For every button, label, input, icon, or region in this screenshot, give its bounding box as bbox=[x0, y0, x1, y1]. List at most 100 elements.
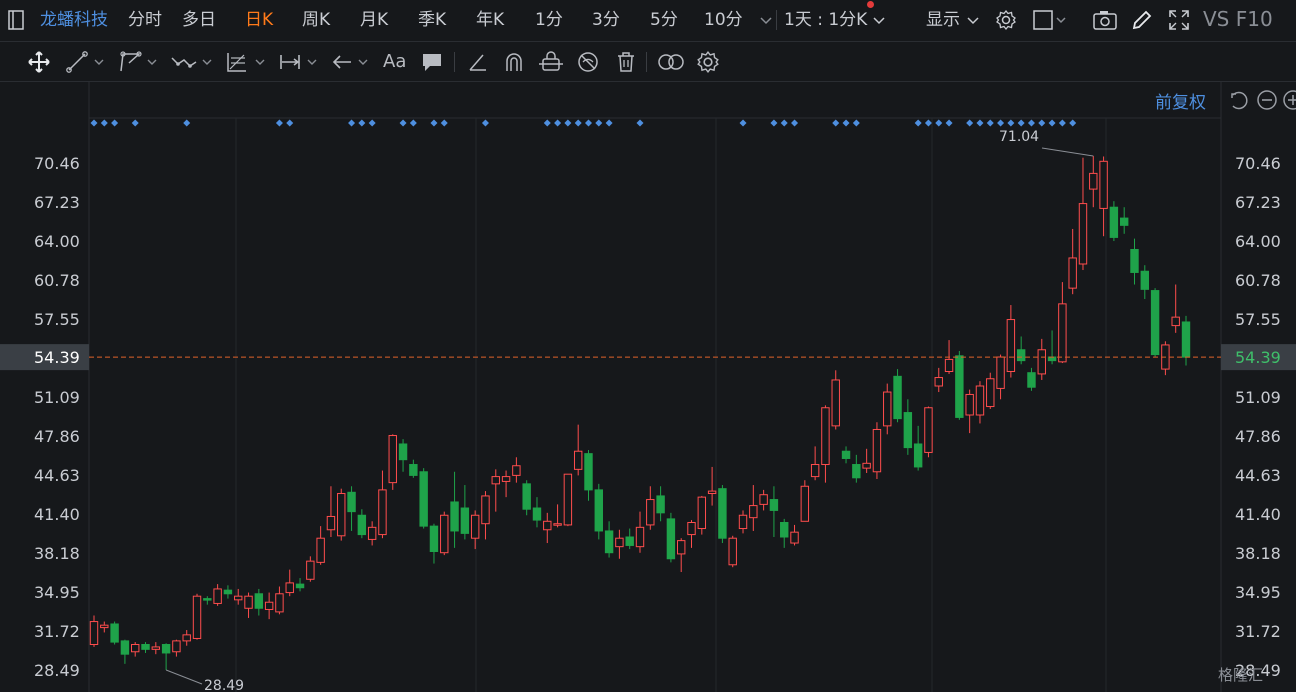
candle-body-down bbox=[460, 507, 470, 534]
event-marker-diamond bbox=[440, 119, 448, 127]
chevron-down-icon[interactable] bbox=[94, 50, 104, 74]
candle-body-down bbox=[532, 507, 542, 521]
tab-quarterly-k[interactable]: 季K bbox=[418, 9, 446, 31]
event-marker-diamond bbox=[986, 119, 994, 127]
comment-icon[interactable] bbox=[420, 50, 444, 74]
event-marker-diamond bbox=[100, 119, 108, 127]
tab-1min[interactable]: 1分 bbox=[535, 9, 563, 31]
settings-icon[interactable] bbox=[696, 50, 720, 74]
candle-body-up bbox=[707, 490, 717, 495]
move-icon[interactable] bbox=[27, 50, 51, 74]
candle-body-up bbox=[749, 505, 758, 519]
gear-icon[interactable] bbox=[995, 9, 1017, 35]
link-icon[interactable] bbox=[657, 50, 684, 74]
tab-yearly-k[interactable]: 年K bbox=[476, 9, 504, 31]
chevron-down-icon[interactable] bbox=[307, 50, 317, 74]
y-tick-label-left: 47.86 bbox=[34, 427, 80, 446]
candle-body-up bbox=[1006, 319, 1016, 373]
event-marker-diamond bbox=[1069, 119, 1077, 127]
chevron-down-icon[interactable] bbox=[147, 50, 157, 74]
candle-body-up bbox=[1089, 172, 1098, 190]
camera-icon[interactable] bbox=[1093, 10, 1117, 34]
hide-icon[interactable] bbox=[576, 50, 600, 74]
candle-body-up bbox=[965, 393, 974, 416]
chevron-down-icon[interactable] bbox=[358, 50, 368, 74]
event-marker-diamond bbox=[368, 119, 376, 127]
arrow-icon[interactable] bbox=[330, 50, 354, 74]
tab-multiday[interactable]: 多日 bbox=[182, 9, 216, 31]
chevron-down-icon[interactable] bbox=[202, 50, 212, 74]
period-selector[interactable]: 1天 : 1分K bbox=[784, 9, 867, 31]
pen-icon[interactable] bbox=[466, 50, 490, 74]
candle-body-up bbox=[728, 537, 737, 566]
candle-body-down bbox=[409, 464, 418, 476]
y-tick-label-left: 54.39 bbox=[34, 348, 80, 367]
event-marker-diamond bbox=[409, 119, 417, 127]
tab-intraday[interactable]: 分时 bbox=[128, 9, 162, 31]
candle-body-up bbox=[337, 493, 346, 537]
chevron-down-icon[interactable] bbox=[967, 13, 979, 32]
event-marker-diamond bbox=[832, 119, 840, 127]
layout-icon[interactable] bbox=[1033, 10, 1067, 34]
f10-button[interactable]: VS F10 bbox=[1203, 8, 1273, 30]
candle-body-up bbox=[89, 621, 99, 646]
event-marker-diamond bbox=[595, 119, 603, 127]
event-marker-diamond bbox=[780, 119, 788, 127]
candle-body-up bbox=[100, 624, 109, 629]
candle-body-down bbox=[1181, 321, 1191, 358]
line-icon[interactable] bbox=[65, 50, 89, 74]
candle-body-up bbox=[676, 540, 686, 555]
stock-name[interactable]: 龙蟠科技 bbox=[40, 9, 108, 31]
fib-icon[interactable] bbox=[225, 50, 249, 74]
candle-body-down bbox=[955, 355, 964, 418]
chevron-down-icon[interactable] bbox=[873, 13, 885, 32]
candle-body-up bbox=[1171, 316, 1180, 327]
y-tick-label-right: 60.78 bbox=[1235, 271, 1281, 290]
event-marker-diamond bbox=[1027, 119, 1035, 127]
tab-daily-k[interactable]: 日K bbox=[245, 9, 273, 31]
candle-body-up bbox=[862, 462, 871, 469]
candle-body-down bbox=[223, 589, 233, 595]
y-tick-label-left: 57.55 bbox=[34, 310, 80, 329]
candle-body-up bbox=[1058, 303, 1067, 363]
lock-icon[interactable] bbox=[538, 50, 563, 74]
sidebar-toggle-icon[interactable] bbox=[8, 10, 24, 30]
candle-body-down bbox=[584, 453, 593, 491]
measure-icon[interactable] bbox=[278, 50, 302, 74]
y-tick-label-left: 64.00 bbox=[34, 232, 80, 251]
text-icon[interactable]: Aa bbox=[383, 50, 407, 74]
magnet-icon[interactable] bbox=[502, 50, 526, 74]
candle-body-up bbox=[1068, 257, 1077, 289]
wave-icon[interactable] bbox=[170, 50, 197, 74]
event-marker-diamond bbox=[358, 119, 366, 127]
tab-3min[interactable]: 3分 bbox=[592, 9, 620, 31]
candle-body-up bbox=[512, 465, 521, 476]
candle-body-up bbox=[883, 391, 892, 427]
trash-icon[interactable] bbox=[614, 50, 638, 74]
candle-body-up bbox=[491, 476, 500, 485]
y-tick-label-right: 64.00 bbox=[1235, 232, 1281, 251]
drawing-toolbar: Aa bbox=[0, 42, 1296, 82]
chevron-down-icon[interactable] bbox=[255, 50, 265, 74]
candle-body-down bbox=[254, 593, 264, 609]
tab-5min[interactable]: 5分 bbox=[650, 9, 678, 31]
candle-body-down bbox=[450, 501, 459, 532]
fullscreen-icon[interactable] bbox=[1168, 9, 1190, 35]
max-price-label: 71.04 bbox=[999, 129, 1039, 145]
y-tick-label-left: 51.09 bbox=[34, 388, 80, 407]
tab-weekly-k[interactable]: 周K bbox=[302, 9, 330, 31]
candlestick-chart[interactable]: 70.46 70.46 67.23 67.23 64.00 64.00 60.78 60.78… bbox=[0, 82, 1296, 692]
tab-10min[interactable]: 10分 bbox=[704, 9, 743, 31]
display-menu[interactable]: 显示 bbox=[926, 9, 960, 31]
pencil-icon[interactable] bbox=[1131, 9, 1153, 35]
event-marker-diamond bbox=[554, 119, 562, 127]
tab-monthly-k[interactable]: 月K bbox=[360, 9, 388, 31]
candle-body-up bbox=[975, 385, 985, 416]
chevron-down-icon[interactable] bbox=[760, 13, 772, 32]
max-annotation-line bbox=[1041, 147, 1094, 157]
candle-body-up bbox=[192, 595, 202, 639]
event-marker-diamond bbox=[976, 119, 984, 127]
candle-body-down bbox=[594, 489, 604, 532]
polyline-icon[interactable] bbox=[118, 50, 142, 74]
candle-body-down bbox=[141, 644, 150, 650]
